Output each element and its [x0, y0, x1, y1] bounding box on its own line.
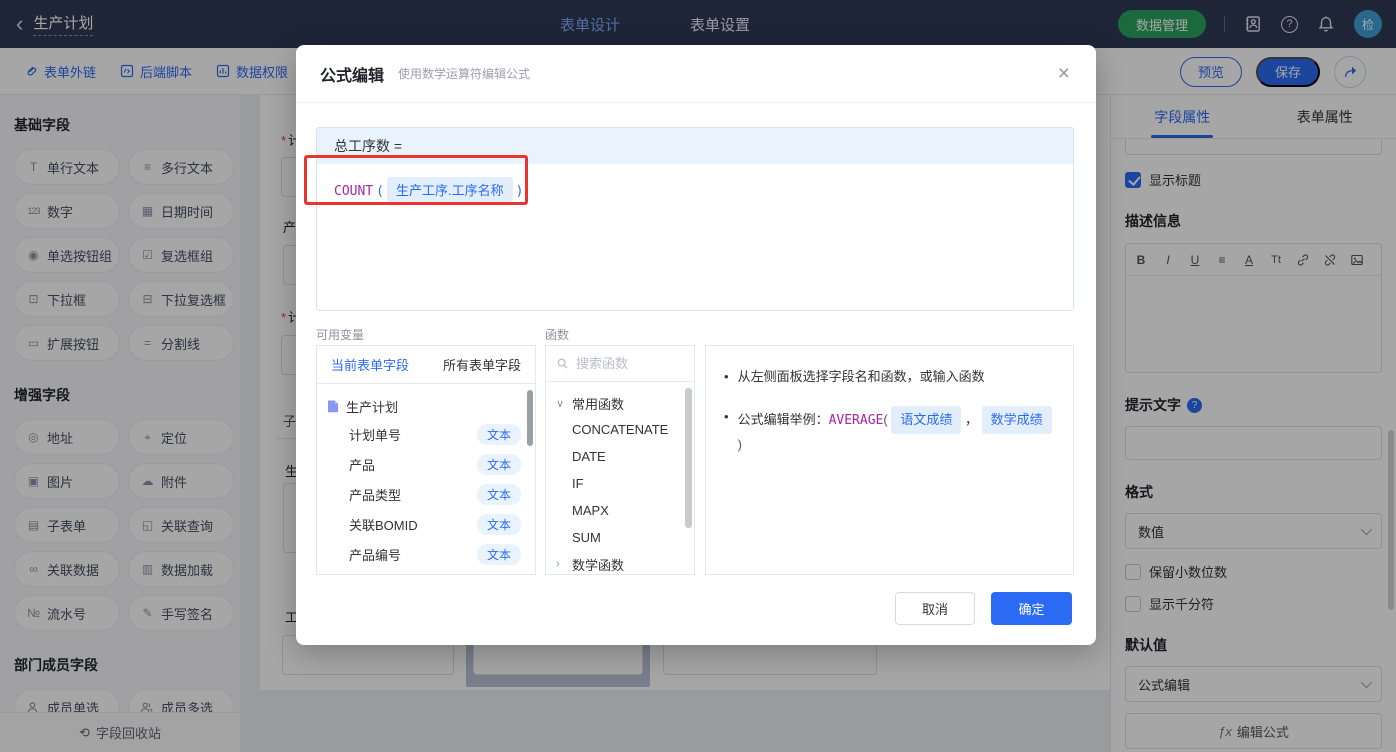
variables-root-node[interactable]: 生产计划 — [327, 393, 525, 419]
formula-expression[interactable]: COUNT(生产工序.工序名称) — [317, 164, 1073, 215]
variable-field-row[interactable]: 产品名称文本 — [327, 569, 525, 574]
variables-scrollbar[interactable] — [527, 390, 533, 446]
variable-field-row[interactable]: 产品编号 文本 — [327, 539, 525, 569]
variables-tabs: 当前表单字段 所有表单字段 — [317, 346, 535, 384]
caret-down-icon: ∨ — [556, 397, 565, 410]
tab-current-form-fields[interactable]: 当前表单字段 — [331, 355, 409, 374]
confirm-button[interactable]: 确定 — [991, 592, 1072, 625]
modal-title: 公式编辑 — [320, 67, 385, 85]
caret-right-icon: › — [556, 558, 560, 570]
help-line-2: • 公式编辑举例：AVERAGE( 语文成绩 ， 数学成绩 ) — [724, 406, 1055, 456]
example-field-chip: 语文成绩 — [891, 406, 962, 434]
functions-panel: ∨常用函数 CONCATENATE DATE IF MAPX SUM ›数学函数… — [545, 345, 695, 575]
formula-help-panel: • 从左侧面板选择字段名和函数，或输入函数 • 公式编辑举例：AVERAGE( … — [705, 345, 1074, 575]
example-field-chip: 数学成绩 — [981, 406, 1052, 434]
function-item[interactable]: DATE — [556, 443, 694, 470]
type-badge: 文本 — [476, 573, 521, 574]
function-group-math[interactable]: › 数学函数 — [556, 551, 694, 574]
document-icon — [328, 400, 338, 413]
form-designer-app: ‹ 生产计划 表单设计 表单设置 数据管理 ? 检 表单外链 后端脚本 数据权限… — [0, 0, 1396, 752]
bullet: • — [724, 409, 729, 424]
function-group-common[interactable]: ∨ 常用函数 — [556, 390, 694, 416]
variables-tree: 生产计划 计划单号 文本 产品 文本 产品类型 文本 关联BOMID 文本 产品编号 文本… — [317, 384, 535, 574]
type-badge: 文本 — [476, 543, 521, 565]
formula-field-chip[interactable]: 生产工序.工序名称 — [386, 177, 513, 202]
variable-field-row[interactable]: 产品 文本 — [327, 449, 525, 479]
variable-field-row[interactable]: 计划单号 文本 — [327, 419, 525, 449]
type-badge: 文本 — [476, 453, 521, 475]
formula-target: 总工序数 = — [317, 128, 1073, 164]
function-item[interactable]: SUM — [556, 524, 694, 551]
modal-header: 公式编辑 使用数学运算符编辑公式 — [296, 45, 1096, 103]
variables-panel: 当前表单字段 所有表单字段 生产计划 计划单号 文本 产品 文本 产品类型 文本 关联… — [316, 345, 536, 575]
modal-subtitle: 使用数学运算符编辑公式 — [398, 67, 531, 81]
variable-field-row[interactable]: 关联BOMID 文本 — [327, 509, 525, 539]
formula-edit-modal: 公式编辑 使用数学运算符编辑公式 × 总工序数 = COUNT(生产工序.工序名… — [296, 45, 1096, 645]
type-badge: 文本 — [476, 483, 521, 505]
close-icon[interactable]: × — [1058, 63, 1070, 84]
bullet: • — [724, 369, 729, 384]
function-search — [546, 346, 694, 382]
tab-all-form-fields[interactable]: 所有表单字段 — [443, 355, 521, 374]
formula-editor[interactable]: 总工序数 = COUNT(生产工序.工序名称) — [316, 127, 1074, 311]
cancel-button[interactable]: 取消 — [895, 592, 975, 625]
variables-label: 可用变量 — [316, 328, 365, 342]
functions-scrollbar[interactable] — [685, 388, 692, 528]
search-icon — [557, 358, 568, 369]
modal-footer: 取消 确定 — [895, 592, 1072, 625]
functions-label: 函数 — [545, 328, 570, 342]
formula-function-name: COUNT — [334, 184, 374, 199]
function-search-input[interactable] — [576, 356, 666, 371]
variable-field-row[interactable]: 产品类型 文本 — [327, 479, 525, 509]
function-item[interactable]: CONCATENATE — [556, 416, 694, 443]
type-badge: 文本 — [476, 513, 521, 535]
example-function-name: AVERAGE — [828, 413, 884, 428]
functions-tree: ∨ 常用函数 CONCATENATE DATE IF MAPX SUM › 数学函数… — [546, 382, 694, 574]
type-badge: 文本 — [476, 423, 521, 445]
help-line-1: • 从左侧面板选择字段名和函数，或输入函数 — [724, 366, 1055, 388]
function-item[interactable]: MAPX — [556, 497, 694, 524]
function-item[interactable]: IF — [556, 470, 694, 497]
